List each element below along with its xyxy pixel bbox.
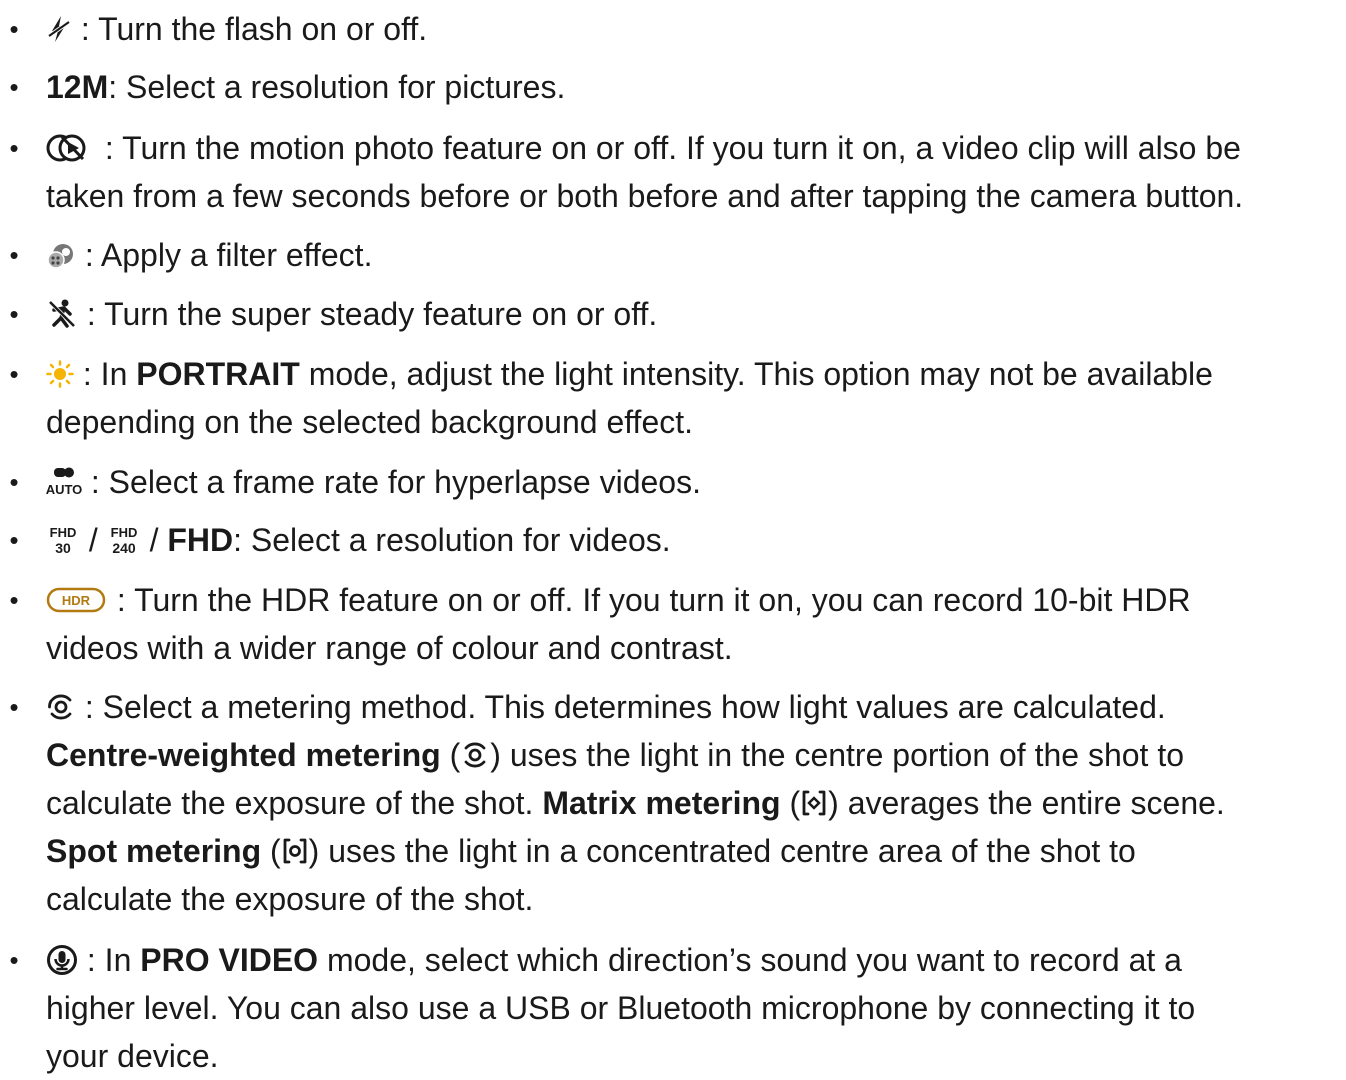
frame-rate-description: : Select a frame rate for hyperlapse vid… [90, 464, 701, 500]
hdr-description-line-2: videos with a wider range of colour and … [46, 630, 733, 666]
resolution-description: : Select a resolution for pictures. [108, 69, 566, 105]
fhd-30-icon: FHD 30 [46, 522, 80, 558]
hdr-description-line-1: : Turn the HDR feature on or off. If you… [116, 582, 1191, 618]
bullet: • [9, 72, 19, 102]
audio-direction-line-2: higher level. You can also use a USB or … [46, 990, 1196, 1026]
hdr-icon: HDR [46, 585, 108, 615]
camera-settings-list: • : Turn the flash on or off. • 12M: Sel… [0, 0, 1346, 1074]
bullet: • [9, 299, 19, 329]
bullet: • [9, 467, 19, 497]
fhd-30-bottom: 30 [55, 540, 71, 556]
bullet: • [9, 525, 19, 555]
bullet: • [9, 945, 19, 975]
matrix-label: Matrix metering [542, 785, 781, 821]
fhd-30-top: FHD [50, 525, 77, 540]
super-steady-description: : Turn the super steady feature on or of… [86, 296, 658, 332]
frame-rate-auto-text: AUTO [46, 482, 82, 497]
light-intensity-icon [46, 359, 74, 388]
close-paren: ) [308, 833, 320, 869]
centre-weighted-label: Centre-weighted metering [46, 737, 441, 773]
super-steady-icon [46, 298, 78, 330]
fhd-240-icon: FHD 240 [107, 522, 141, 558]
close-paren: ) [490, 737, 501, 773]
filter-description: : Apply a filter effect. [84, 237, 373, 273]
centre-weighted-text-2: calculate the exposure of the shot. [46, 785, 543, 821]
resolution-label: 12M [46, 69, 109, 105]
motion-photo-description-line-1: : Turn the motion photo feature on or of… [104, 130, 1241, 166]
separator: / [88, 522, 98, 558]
bullet: • [9, 14, 19, 44]
light-intensity-prefix: : In [82, 356, 137, 392]
spot-label: Spot metering [46, 833, 262, 869]
spot-text-1: uses the light in a concentrated centre … [319, 833, 1136, 869]
audio-direction-line-1: mode, select which direction’s sound you… [318, 942, 1182, 978]
bullet: • [9, 133, 19, 163]
spot-metering-icon [281, 836, 309, 866]
light-intensity-line-1: mode, adjust the light intensity. This o… [299, 356, 1213, 392]
fhd-label: FHD [167, 522, 234, 558]
fhd-240-bottom: 240 [112, 540, 136, 556]
open-paren: ( [449, 737, 461, 773]
flash-description: : Turn the flash on or off. [80, 11, 428, 47]
matrix-metering-icon [800, 788, 828, 818]
hdr-icon-text: HDR [62, 593, 91, 608]
separator: / [149, 522, 159, 558]
metering-description-line-1: : Select a metering method. This determi… [84, 689, 1166, 725]
fhd-240-top: FHD [110, 525, 137, 540]
audio-direction-line-3: your device. [46, 1038, 219, 1074]
audio-direction-icon [46, 944, 78, 976]
motion-photo-icon [46, 131, 96, 165]
video-resolution-description: : Select a resolution for videos. [233, 522, 671, 558]
bullet: • [9, 359, 19, 389]
close-paren: ) [828, 785, 839, 821]
portrait-mode-label: PORTRAIT [136, 356, 300, 392]
spot-text-2: calculate the exposure of the shot. [46, 881, 534, 917]
bullet: • [9, 240, 19, 270]
bullet: • [9, 692, 19, 722]
centre-weighted-text-1: uses the light in the centre portion of … [500, 737, 1185, 773]
pro-video-mode-label: PRO VIDEO [140, 942, 319, 978]
matrix-text: averages the entire scene. [838, 785, 1225, 821]
flash-off-icon [46, 14, 72, 44]
open-paren: ( [789, 785, 801, 821]
filter-icon [46, 240, 76, 270]
bullet: • [9, 585, 19, 615]
motion-photo-description-line-2: taken from a few seconds before or both … [46, 178, 1244, 214]
metering-icon [46, 692, 76, 722]
open-paren: ( [270, 833, 281, 869]
frame-rate-auto-icon: AUTO [46, 465, 82, 499]
audio-direction-prefix: : In [86, 942, 141, 978]
centre-weighted-metering-icon [460, 740, 490, 770]
light-intensity-line-2: depending on the selected background eff… [46, 404, 694, 440]
